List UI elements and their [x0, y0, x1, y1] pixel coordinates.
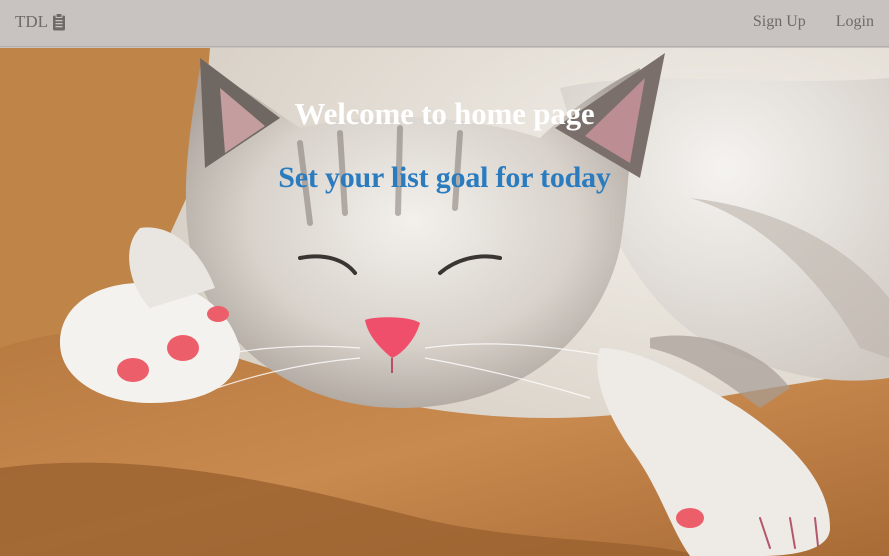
hero-section: Welcome to home page Set your list goal … — [0, 48, 889, 556]
page-title: Welcome to home page — [294, 96, 595, 131]
nav-links: Sign Up Login — [753, 13, 874, 31]
page-subtitle: Set your list goal for today — [278, 161, 611, 194]
clipboard-icon — [53, 13, 66, 31]
login-link[interactable]: Login — [836, 13, 874, 31]
signup-link[interactable]: Sign Up — [753, 13, 806, 31]
brand-label: TDL — [15, 12, 49, 31]
top-navbar: TDL Sign Up Login — [0, 0, 889, 47]
brand-link[interactable]: TDL — [15, 12, 66, 32]
